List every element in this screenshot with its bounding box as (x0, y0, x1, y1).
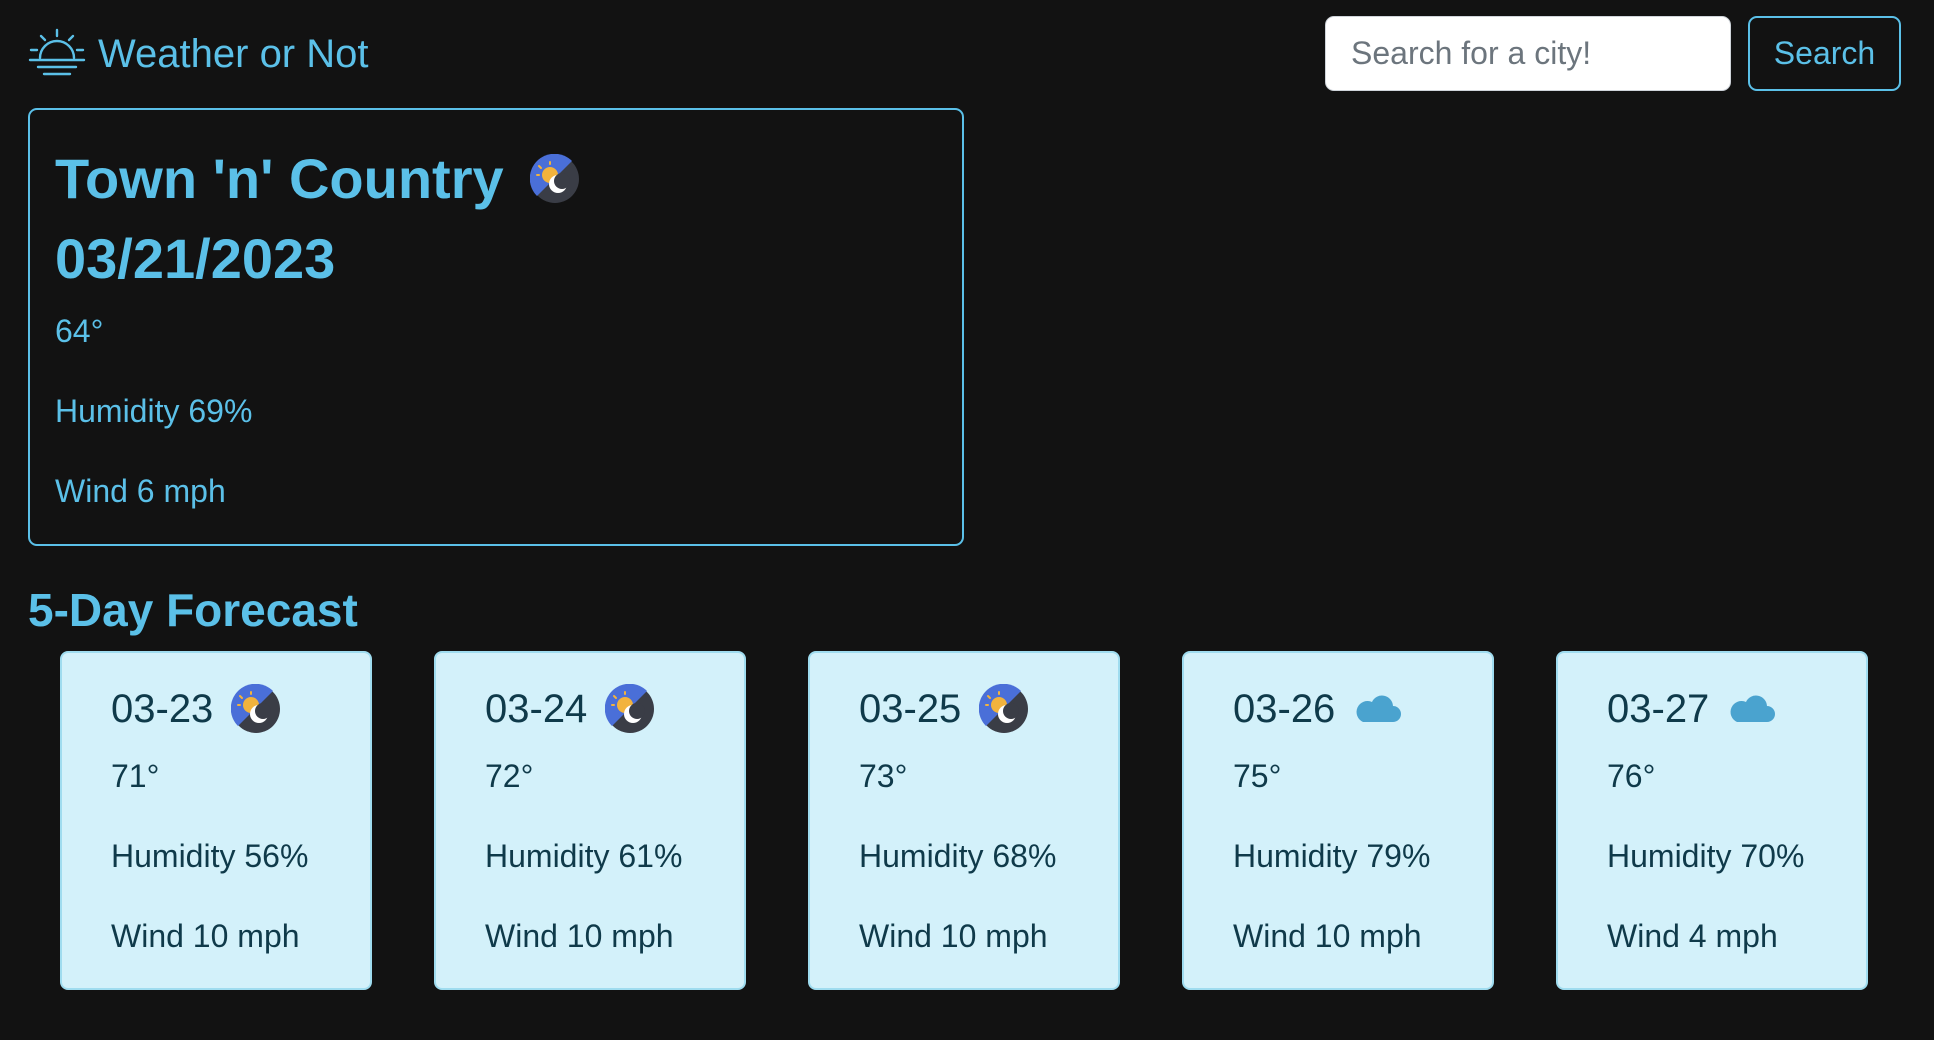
current-temperature: 64° (55, 313, 104, 349)
forecast-wind: Wind 10 mph (1233, 918, 1422, 954)
search-button[interactable]: Search (1748, 16, 1901, 91)
forecast-date: 03-26 (1233, 687, 1336, 731)
forecast-card-day-3: 03-25 73° Humidity 68% Wind 10 mph (808, 651, 1120, 990)
forecast-date: 03-27 (1607, 687, 1710, 731)
forecast-date: 03-25 (859, 687, 962, 731)
forecast-humidity: Humidity 79% (1233, 838, 1431, 874)
forecast-temperature: 71° (111, 758, 160, 794)
forecast-card-header: 03-26 (1233, 683, 1403, 735)
partly-cloudy-night-icon (979, 684, 1029, 733)
forecast-temperature: 76° (1607, 758, 1656, 794)
forecast-humidity: Humidity 70% (1607, 838, 1805, 874)
current-weather-card: Town 'n' Country 03/21/2023 64° Humidity… (28, 108, 964, 546)
forecast-humidity: Humidity 68% (859, 838, 1057, 874)
forecast-card-day-5: 03-27 76° Humidity 70% Wind 4 mph (1556, 651, 1868, 990)
forecast-card-day-1: 03-23 71° Humidity 56% Wind 10 mph (60, 651, 372, 990)
forecast-wind: Wind 10 mph (859, 918, 1048, 954)
brand: Weather or Not (28, 28, 369, 80)
forecast-wind: Wind 10 mph (485, 918, 674, 954)
cloud-icon (1356, 695, 1402, 722)
sunrise-icon (28, 28, 86, 76)
forecast-card-day-4: 03-26 75° Humidity 79% Wind 10 mph (1182, 651, 1494, 990)
forecast-date: 03-23 (111, 687, 214, 731)
forecast-heading: 5-Day Forecast (28, 584, 358, 636)
forecast-wind: Wind 4 mph (1607, 918, 1778, 954)
forecast-humidity: Humidity 61% (485, 838, 683, 874)
partly-cloudy-night-icon (605, 684, 655, 733)
forecast-card-header: 03-27 (1607, 683, 1777, 735)
cloud-icon (1730, 695, 1776, 722)
forecast-humidity: Humidity 56% (111, 838, 309, 874)
forecast-wind: Wind 10 mph (111, 918, 300, 954)
forecast-card-header: 03-24 (485, 683, 655, 735)
forecast-card-day-2: 03-24 72° Humidity 61% Wind 10 mph (434, 651, 746, 990)
current-humidity: Humidity 69% (55, 393, 253, 429)
current-title-row: Town 'n' Country (55, 146, 580, 212)
forecast-temperature: 73° (859, 758, 908, 794)
forecast-temperature: 75° (1233, 758, 1282, 794)
partly-cloudy-night-icon (231, 684, 281, 733)
forecast-temperature: 72° (485, 758, 534, 794)
partly-cloudy-night-icon (529, 154, 579, 203)
current-date: 03/21/2023 (55, 227, 336, 290)
current-wind: Wind 6 mph (55, 473, 226, 509)
forecast-date: 03-24 (485, 687, 588, 731)
app-header: Weather or Not Search (0, 0, 1934, 108)
app-title: Weather or Not (98, 32, 369, 76)
forecast-card-header: 03-23 (111, 683, 281, 735)
current-city-name: Town 'n' Country (55, 147, 504, 210)
city-search-input[interactable] (1325, 16, 1731, 91)
forecast-card-header: 03-25 (859, 683, 1029, 735)
